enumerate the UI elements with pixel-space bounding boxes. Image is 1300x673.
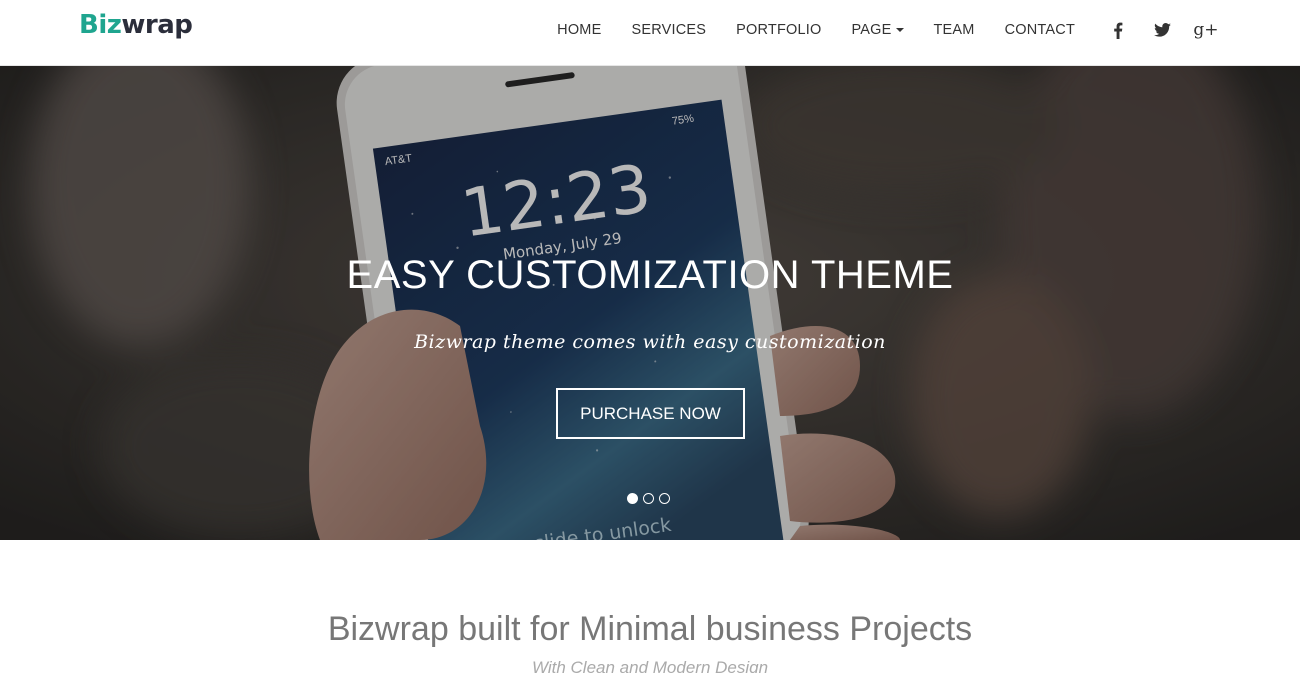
facebook-icon[interactable] xyxy=(1096,22,1140,39)
hero-slider: AT&T 75% 12:23 Monday, July 29 slide to … xyxy=(0,66,1300,540)
twitter-icon[interactable] xyxy=(1140,23,1184,37)
main-nav: HOME SERVICES PORTFOLIO PAGE TEAM CONTAC… xyxy=(542,0,1300,60)
slide-dot-2[interactable] xyxy=(643,493,654,504)
nav-contact-label: CONTACT xyxy=(1004,22,1075,38)
section-subtitle: With Clean and Modern Design xyxy=(531,658,769,673)
nav-page-dropdown[interactable]: PAGE xyxy=(836,22,918,38)
nav-page-label: PAGE xyxy=(851,22,892,38)
hero-title: EASY CUSTOMIZATION THEME xyxy=(346,253,954,297)
nav-team-label: TEAM xyxy=(933,22,975,38)
slider-indicators xyxy=(627,493,670,504)
brand-logo-part2: wrap xyxy=(121,10,193,40)
nav-contact[interactable]: CONTACT xyxy=(990,22,1090,38)
brand-logo[interactable]: Bizwrap xyxy=(79,10,193,40)
google-plus-icon[interactable]: g+ xyxy=(1184,20,1228,40)
hero-background-image: AT&T 75% 12:23 Monday, July 29 slide to … xyxy=(0,66,1300,540)
purchase-now-button[interactable]: PURCHASE NOW xyxy=(556,388,745,439)
brand-logo-part1: Biz xyxy=(79,10,122,40)
hero-subtitle: Bizwrap theme comes with easy customizat… xyxy=(414,331,886,353)
nav-portfolio-label: PORTFOLIO xyxy=(736,22,822,38)
slide-dot-1[interactable] xyxy=(627,493,638,504)
caret-down-icon xyxy=(895,28,904,32)
nav-services-label: SERVICES xyxy=(631,22,707,38)
google-plus-glyph: g+ xyxy=(1193,20,1219,40)
nav-portfolio[interactable]: PORTFOLIO xyxy=(721,22,836,38)
slide-dot-3[interactable] xyxy=(659,493,670,504)
nav-team[interactable]: TEAM xyxy=(919,22,990,38)
social-links: g+ xyxy=(1096,20,1228,40)
nav-home-label: HOME xyxy=(557,22,602,38)
nav-home[interactable]: HOME xyxy=(542,22,616,38)
nav-services[interactable]: SERVICES xyxy=(616,22,721,38)
navbar: Bizwrap HOME SERVICES PORTFOLIO PAGE TEA… xyxy=(0,0,1300,66)
section-title: Bizwrap built for Minimal business Proje… xyxy=(327,610,973,648)
